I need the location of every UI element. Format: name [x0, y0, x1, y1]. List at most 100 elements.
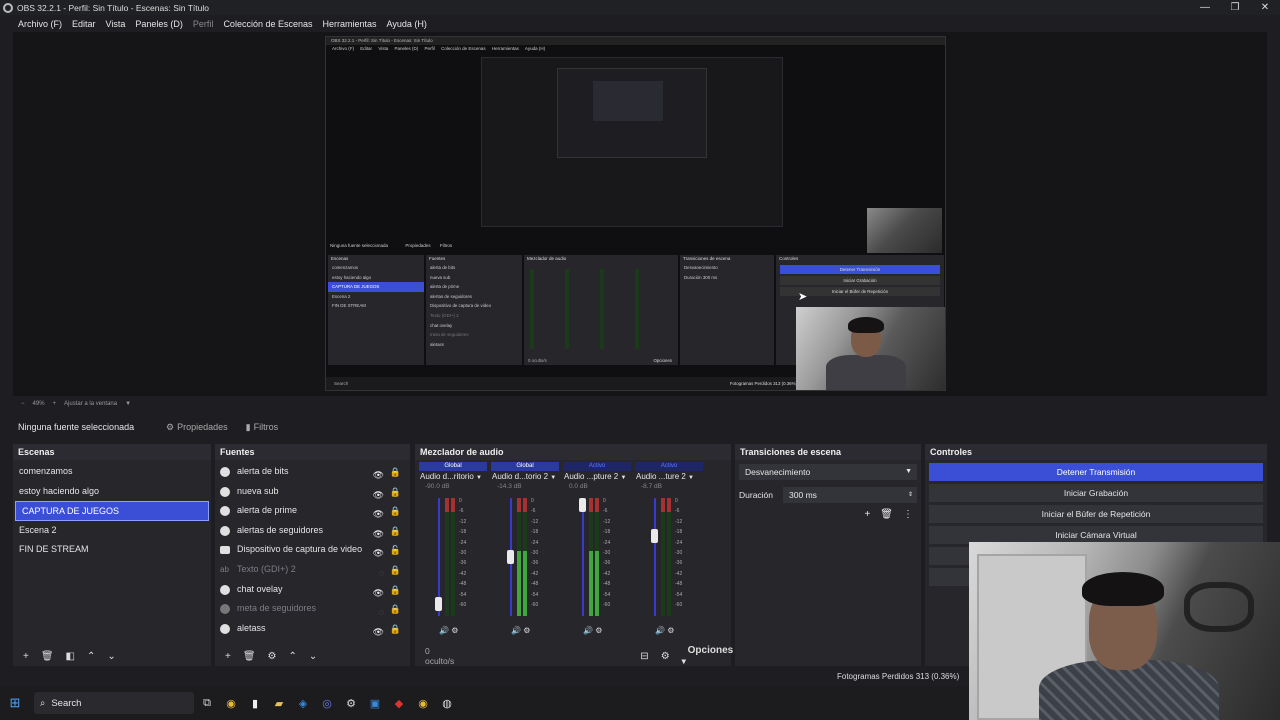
volume-fader-knob[interactable] — [579, 498, 586, 512]
speaker-icon[interactable]: 🔊 — [439, 626, 449, 635]
db-tick-label: -48 — [675, 581, 683, 588]
chrome-icon[interactable]: ◉ — [220, 692, 242, 714]
source-item[interactable]: chat ovelay 👁 🔒 — [215, 580, 410, 600]
obs-icon[interactable]: ◍ — [436, 692, 458, 714]
filter-icon[interactable]: ◧ — [66, 651, 75, 662]
inner-menu-item: Archivo (F) — [332, 46, 355, 51]
source-item[interactable]: meta de seguidores ◌ 🔒 — [215, 599, 410, 619]
zoom-in-icon[interactable]: + — [53, 401, 57, 407]
lock-icon[interactable]: 🔒 — [390, 502, 401, 522]
file-icon[interactable]: ▮ — [244, 692, 266, 714]
volume-fader-track[interactable] — [582, 498, 584, 616]
app-icon[interactable]: ▣ — [364, 692, 386, 714]
source-item[interactable]: Dispositivo de captura de video 👁 🔓 — [215, 540, 410, 560]
source-item[interactable]: aletass 👁 🔒 — [215, 619, 410, 639]
speaker-icon[interactable]: 🔊 — [655, 626, 665, 635]
fit-to-window[interactable]: Ajustar a la ventana — [64, 401, 117, 407]
unlock-icon[interactable]: 🔓 — [390, 541, 401, 561]
maximize-button[interactable]: ❐ — [1220, 0, 1250, 15]
stop-stream-button[interactable]: Detener Transmisión — [929, 463, 1263, 481]
antivirus-icon[interactable]: ◆ — [388, 692, 410, 714]
settings-button[interactable] — [929, 568, 969, 586]
menu-vista[interactable]: Vista — [106, 19, 126, 29]
close-button[interactable]: ✕ — [1250, 0, 1280, 15]
start-recording-button[interactable]: Iniciar Grabación — [929, 484, 1263, 502]
arrow-down-icon[interactable]: ⌄ — [107, 651, 115, 662]
add-icon[interactable]: + — [864, 509, 870, 520]
windows-start-icon[interactable]: ⊞ — [0, 686, 30, 720]
properties-button[interactable]: ⚙ Propiedades — [160, 418, 234, 436]
task-view-icon[interactable]: ⧉ — [196, 692, 218, 714]
channel-name[interactable]: Audio d...ritorio ▼ — [417, 471, 489, 483]
filters-button[interactable]: ▮ Filtros — [240, 418, 284, 436]
source-item[interactable]: alerta de bits 👁 🔒 — [215, 462, 410, 482]
eye-icon[interactable]: 👁 — [373, 623, 384, 643]
folder-icon[interactable]: ▰ — [268, 692, 290, 714]
chrome-icon[interactable]: ◉ — [412, 692, 434, 714]
trash-icon[interactable]: 🗑 — [41, 651, 54, 662]
source-item[interactable]: alerta de prime 👁 🔒 — [215, 501, 410, 521]
start-replay-buffer-button[interactable]: Iniciar el Búfer de Repetición — [929, 505, 1263, 523]
speaker-icon[interactable]: 🔊 — [511, 626, 521, 635]
outlook-icon[interactable]: ◈ — [292, 692, 314, 714]
add-icon[interactable]: + — [225, 651, 231, 662]
volume-fader-knob[interactable] — [651, 529, 658, 544]
gear-icon[interactable]: ⚙ — [661, 651, 670, 662]
arrow-down-icon[interactable]: ⌄ — [309, 651, 317, 662]
gear-icon[interactable]: ⚙ — [268, 651, 277, 662]
lock-icon[interactable]: 🔒 — [390, 620, 401, 640]
lock-icon[interactable]: 🔒 — [390, 600, 401, 620]
menu-editar[interactable]: Editar — [72, 19, 96, 29]
source-item[interactable]: ab Texto (GDI+) 2 ◌ 🔒 — [215, 560, 410, 580]
menu-archivo[interactable]: Archivo (F) — [18, 19, 62, 29]
menu-ayuda[interactable]: Ayuda (H) — [387, 19, 427, 29]
menu-coleccion-escenas[interactable]: Colección de Escenas — [223, 19, 312, 29]
studio-mode-button[interactable] — [929, 547, 969, 565]
scene-item[interactable]: Escena 2 — [13, 521, 211, 541]
scene-item[interactable]: estoy haciendo algo — [13, 482, 211, 502]
volume-fader-knob[interactable] — [435, 596, 442, 611]
discord-icon[interactable]: ◎ — [316, 692, 338, 714]
trash-icon[interactable]: 🗑 — [880, 509, 893, 520]
more-icon[interactable]: ⋮ — [903, 509, 913, 520]
zoom-out-icon[interactable]: − — [21, 401, 25, 407]
trash-icon[interactable]: 🗑 — [243, 651, 256, 662]
lock-icon[interactable]: 🔒 — [390, 581, 401, 601]
spinner-icon[interactable]: ⇕ — [908, 487, 913, 503]
channel-settings-icon[interactable]: ⚙ — [595, 626, 602, 635]
options-button[interactable]: Opciones ▾ — [682, 645, 740, 667]
lock-icon[interactable]: 🔒 — [390, 483, 401, 503]
program-preview[interactable]: OBS 32.2.1 - Perfil: Sin Título - Escena… — [325, 36, 946, 391]
taskbar-search[interactable]: ⌕ Search — [34, 692, 194, 714]
minimize-button[interactable]: — — [1190, 0, 1220, 15]
volume-fader-knob[interactable] — [507, 550, 514, 564]
lock-icon[interactable]: 🔒 — [390, 522, 401, 542]
volume-fader-track[interactable] — [654, 498, 656, 616]
menu-herramientas[interactable]: Herramientas — [323, 19, 377, 29]
lock-icon[interactable]: 🔒 — [390, 561, 401, 581]
scene-item-selected[interactable]: CAPTURA DE JUEGOS — [15, 501, 209, 521]
add-icon[interactable]: + — [23, 651, 29, 662]
source-item[interactable]: nueva sub 👁 🔒 — [215, 482, 410, 502]
channel-name[interactable]: Audio d...torio 2 ▼ — [489, 471, 561, 483]
arrow-up-icon[interactable]: ⌃ — [289, 651, 297, 662]
menu-perfil[interactable]: Perfil — [193, 19, 214, 29]
scene-item[interactable]: FIN DE STREAM — [13, 540, 211, 560]
chevron-down-icon[interactable]: ▼ — [125, 401, 131, 407]
source-item[interactable]: alertas de seguidores 👁 🔒 — [215, 521, 410, 541]
filters-label: Filtros — [253, 422, 279, 432]
menu-paneles[interactable]: Paneles (D) — [135, 19, 183, 29]
arrow-up-icon[interactable]: ⌃ — [87, 651, 95, 662]
layout-icon[interactable]: ⊟ — [640, 651, 648, 662]
channel-settings-icon[interactable]: ⚙ — [667, 626, 674, 635]
settings-icon[interactable]: ⚙ — [340, 692, 362, 714]
transition-select[interactable]: Desvanecimiento ▼ — [739, 464, 917, 480]
channel-settings-icon[interactable]: ⚙ — [451, 626, 458, 635]
speaker-icon[interactable]: 🔊 — [583, 626, 593, 635]
scene-item[interactable]: comenzamos — [13, 462, 211, 482]
lock-icon[interactable]: 🔒 — [390, 463, 401, 483]
channel-name[interactable]: Audio ...pture 2 ▼ — [561, 471, 633, 483]
channel-settings-icon[interactable]: ⚙ — [523, 626, 530, 635]
duration-field[interactable]: 300 ms ⇕ — [783, 487, 917, 503]
channel-name[interactable]: Audio ...ture 2 ▼ — [633, 471, 705, 483]
